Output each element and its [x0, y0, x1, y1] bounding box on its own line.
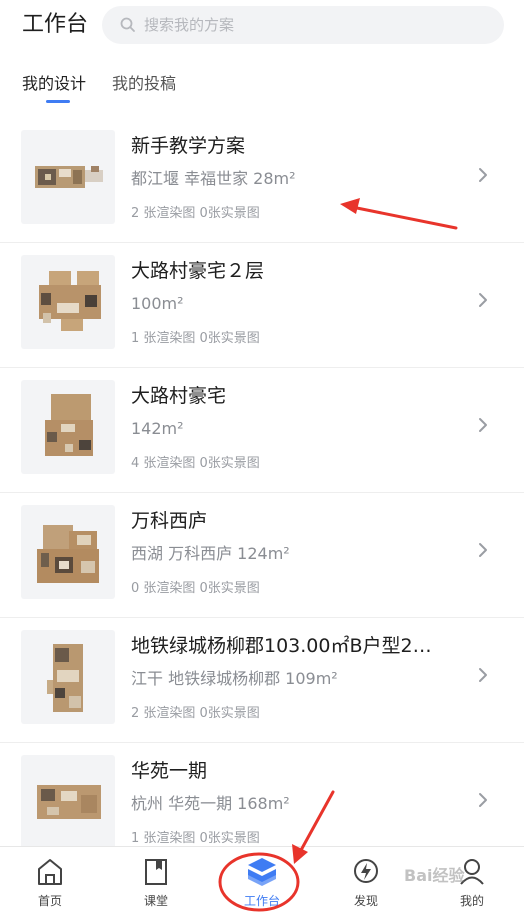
design-location: 江干 地铁绿城杨柳郡 109m² [131, 669, 338, 688]
tab-my-submissions[interactable]: 我的投稿 [112, 72, 176, 96]
chevron-right-icon [479, 168, 487, 182]
book-icon [145, 859, 167, 885]
design-row[interactable]: 新手教学方案 都江堰 幸福世家 28m² 2 张渲染图 0张实景图 [0, 117, 524, 243]
design-title: 地铁绿城杨柳郡103.00㎡B户型2… [131, 635, 432, 657]
design-stats: 0 张渲染图 0张实景图 [131, 581, 260, 596]
design-title: 大路村豪宅２层 [131, 260, 265, 282]
header: 工作台 搜索我的方案 [0, 0, 524, 56]
chevron-right-icon [479, 793, 487, 807]
tab-my-designs[interactable]: 我的设计 [22, 72, 86, 96]
design-stats: 4 张渲染图 0张实景图 [131, 456, 260, 471]
design-stats: 2 张渲染图 0张实景图 [131, 706, 260, 721]
active-tab-indicator [46, 100, 70, 103]
design-location: 100m² [131, 294, 184, 313]
lightning-icon [354, 859, 378, 883]
floorplan-thumbnail [21, 380, 115, 474]
chevron-right-icon [479, 293, 487, 307]
design-row[interactable]: 地铁绿城杨柳郡103.00㎡B户型2… 江干 地铁绿城杨柳郡 109m² 2 张… [0, 617, 524, 743]
design-row[interactable]: 大路村豪宅 142m² 4 张渲染图 0张实景图 [0, 367, 524, 493]
page-title: 工作台 [22, 12, 89, 37]
chevron-right-icon [479, 543, 487, 557]
nav-label: 发现 [353, 894, 378, 908]
design-title: 华苑一期 [131, 760, 208, 782]
search-input[interactable]: 搜索我的方案 [102, 6, 504, 44]
chevron-right-icon [479, 668, 487, 682]
design-location: 142m² [131, 419, 184, 438]
design-location: 西湖 万科西庐 124m² [131, 544, 290, 563]
design-row[interactable]: 万科西庐 西湖 万科西庐 124m² 0 张渲染图 0张实景图 [0, 492, 524, 618]
nav-discover[interactable]: 发现 [331, 847, 401, 917]
layers-icon [248, 858, 276, 886]
floorplan-thumbnail [21, 630, 115, 724]
design-title: 大路村豪宅 [131, 385, 227, 407]
search-placeholder: 搜索我的方案 [144, 16, 235, 34]
design-stats: 2 张渲染图 0张实景图 [131, 206, 260, 221]
floorplan-thumbnail [21, 255, 115, 349]
watermark: Bai经验 [404, 866, 465, 885]
nav-label: 工作台 [243, 894, 280, 908]
nav-home[interactable]: 首页 [15, 847, 85, 917]
design-title: 万科西庐 [131, 510, 208, 532]
design-stats: 1 张渲染图 0张实景图 [131, 331, 260, 346]
home-icon [38, 859, 62, 885]
design-row[interactable]: 大路村豪宅２层 100m² 1 张渲染图 0张实景图 [0, 242, 524, 368]
chevron-right-icon [479, 418, 487, 432]
tab-bar: 我的设计 我的投稿 [0, 64, 524, 110]
search-icon [120, 17, 135, 32]
floorplan-thumbnail [21, 130, 115, 224]
floorplan-thumbnail [21, 505, 115, 599]
design-title: 新手教学方案 [131, 135, 246, 157]
design-location: 杭州 华苑一期 168m² [131, 794, 290, 813]
nav-workbench[interactable]: 工作台 [227, 847, 297, 917]
design-location: 都江堰 幸福世家 28m² [131, 169, 296, 188]
nav-classroom[interactable]: 课堂 [121, 847, 191, 917]
floorplan-thumbnail [21, 755, 115, 849]
nav-label: 首页 [37, 894, 62, 908]
nav-label: 课堂 [143, 894, 168, 908]
nav-label: 我的 [459, 894, 484, 908]
